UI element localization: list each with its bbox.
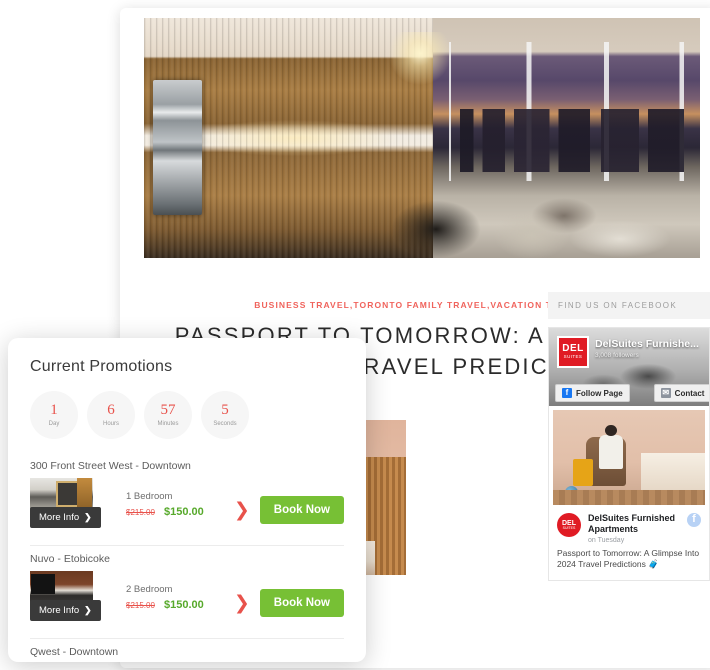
facebook-page-name[interactable]: DelSuites Furnishe... xyxy=(595,338,705,350)
facebook-button-row: f Follow Page ✉ Contact xyxy=(555,384,709,402)
follow-page-button[interactable]: f Follow Page xyxy=(555,384,630,402)
countdown-days-value: 1 xyxy=(50,402,58,418)
post-floor-shape xyxy=(553,489,705,505)
facebook-post-timestamp: on Tuesday xyxy=(588,537,625,544)
promotion-prices: $215.00 $150.00 xyxy=(126,595,224,611)
facebook-cover-photo: DEL SUITES DelSuites Furnishe... 3,008 f… xyxy=(549,328,709,406)
facebook-section-heading: FIND US ON FACEBOOK xyxy=(548,292,710,319)
contact-label: Contact xyxy=(674,388,705,398)
facebook-post-text: Passport to Tomorrow: A Glimpse Into 202… xyxy=(557,548,700,569)
facebook-post-author[interactable]: DelSuites Furnished Apartments xyxy=(588,513,680,535)
countdown-hours-value: 6 xyxy=(107,402,115,418)
countdown-days: 1 Day xyxy=(30,391,78,439)
promotion-thumbnail-wrap: More Info ❯ xyxy=(30,478,101,528)
facebook-follower-count: 3,008 followers xyxy=(595,352,639,359)
contact-button[interactable]: ✉ Contact xyxy=(653,384,709,402)
facebook-post-author-block: DelSuites Furnished Apartments on Tuesda… xyxy=(588,513,680,544)
promotion-old-price: $215.00 xyxy=(126,601,155,610)
facebook-post-header: DEL SUITES DelSuites Furnished Apartment… xyxy=(549,505,709,548)
more-info-button[interactable]: More Info ❯ xyxy=(30,600,101,621)
follow-page-label: Follow Page xyxy=(576,388,623,398)
book-now-button[interactable]: Book Now xyxy=(259,589,344,617)
logo-line-1: DEL xyxy=(562,343,584,355)
promotion-item: Qwest - Downtown xyxy=(30,639,344,662)
promotion-details: More Info ❯ 2 Bedroom $215.00 $150.00 ❯ … xyxy=(30,571,344,629)
chandelier-light xyxy=(388,32,451,87)
countdown-minutes-value: 57 xyxy=(160,402,176,418)
hero-image xyxy=(144,18,700,258)
promotion-new-price: $150.00 xyxy=(163,599,204,611)
promotion-location: Qwest - Downtown xyxy=(30,646,119,658)
facebook-f-icon: f xyxy=(562,388,572,398)
countdown-seconds: 5 Seconds xyxy=(201,391,249,439)
promotion-bedrooms: 1 Bedroom xyxy=(126,491,173,502)
hero-furniture-region xyxy=(299,162,700,258)
more-info-label: More Info xyxy=(39,605,80,616)
logo-line-2: SUITES xyxy=(563,354,583,360)
promotion-thumbnail-wrap: More Info ❯ xyxy=(30,571,101,621)
promotion-old-price: $215.00 xyxy=(126,508,155,517)
promotion-info: 2 Bedroom $215.00 $150.00 xyxy=(93,571,224,611)
facebook-sidebar: FIND US ON FACEBOOK DEL SUITES DelSuites… xyxy=(548,292,710,581)
promotion-details: More Info ❯ 1 Bedroom $215.00 $150.00 ❯ … xyxy=(30,478,344,536)
promotion-prices: $215.00 $150.00 xyxy=(126,502,224,518)
category-list[interactable]: BUSINESS TRAVEL,TORONTO FAMILY TRAVEL,VA… xyxy=(254,300,586,310)
countdown-minutes: 57 Minutes xyxy=(144,391,192,439)
chevron-right-accent-icon: ❯ xyxy=(233,499,250,521)
delsuites-logo-icon: DEL SUITES xyxy=(557,336,589,368)
countdown-seconds-value: 5 xyxy=(221,402,229,418)
promotion-location: 300 Front Street West - Downtown xyxy=(30,460,191,472)
chevron-right-icon: ❯ xyxy=(84,605,92,615)
current-promotions-popup: Current Promotions 1 Day 6 Hours 57 Minu… xyxy=(8,338,366,662)
facebook-page-widget: DEL SUITES DelSuites Furnishe... 3,008 f… xyxy=(548,327,710,581)
more-info-button[interactable]: More Info ❯ xyxy=(30,507,101,528)
post-person-shape xyxy=(598,425,623,469)
countdown-days-label: Day xyxy=(48,421,60,427)
promotion-bedrooms: 2 Bedroom xyxy=(126,584,173,595)
book-now-button[interactable]: Book Now xyxy=(259,496,344,524)
promotion-location: Nuvo - Etobicoke xyxy=(30,553,110,565)
promotion-item: Nuvo - Etobicoke More Info ❯ 2 Bedroom $… xyxy=(30,546,344,639)
post-suitcase-shape xyxy=(572,459,593,486)
promotion-item: 300 Front Street West - Downtown More In… xyxy=(30,453,344,546)
promotion-new-price: $150.00 xyxy=(163,506,204,518)
more-info-label: More Info xyxy=(39,512,80,523)
countdown-hours: 6 Hours xyxy=(87,391,135,439)
promotions-title: Current Promotions xyxy=(30,358,173,375)
envelope-icon: ✉ xyxy=(660,388,671,398)
facebook-post-image[interactable] xyxy=(553,410,705,505)
countdown-timer: 1 Day 6 Hours 57 Minutes 5 Seconds xyxy=(30,376,344,453)
chevron-right-icon: ❯ xyxy=(84,512,92,522)
promotion-info: 1 Bedroom $215.00 $150.00 xyxy=(93,478,224,518)
countdown-hours-label: Hours xyxy=(102,421,119,427)
avatar-line-2: SUITES xyxy=(562,525,576,530)
countdown-seconds-label: Seconds xyxy=(213,421,237,427)
facebook-brand-icon: f xyxy=(687,513,701,527)
chevron-right-accent-icon: ❯ xyxy=(233,592,250,614)
page-root: BUSINESS TRAVEL,TORONTO FAMILY TRAVEL,VA… xyxy=(0,0,710,670)
countdown-minutes-label: Minutes xyxy=(157,421,179,427)
facebook-page-avatar: DEL SUITES xyxy=(557,513,581,537)
